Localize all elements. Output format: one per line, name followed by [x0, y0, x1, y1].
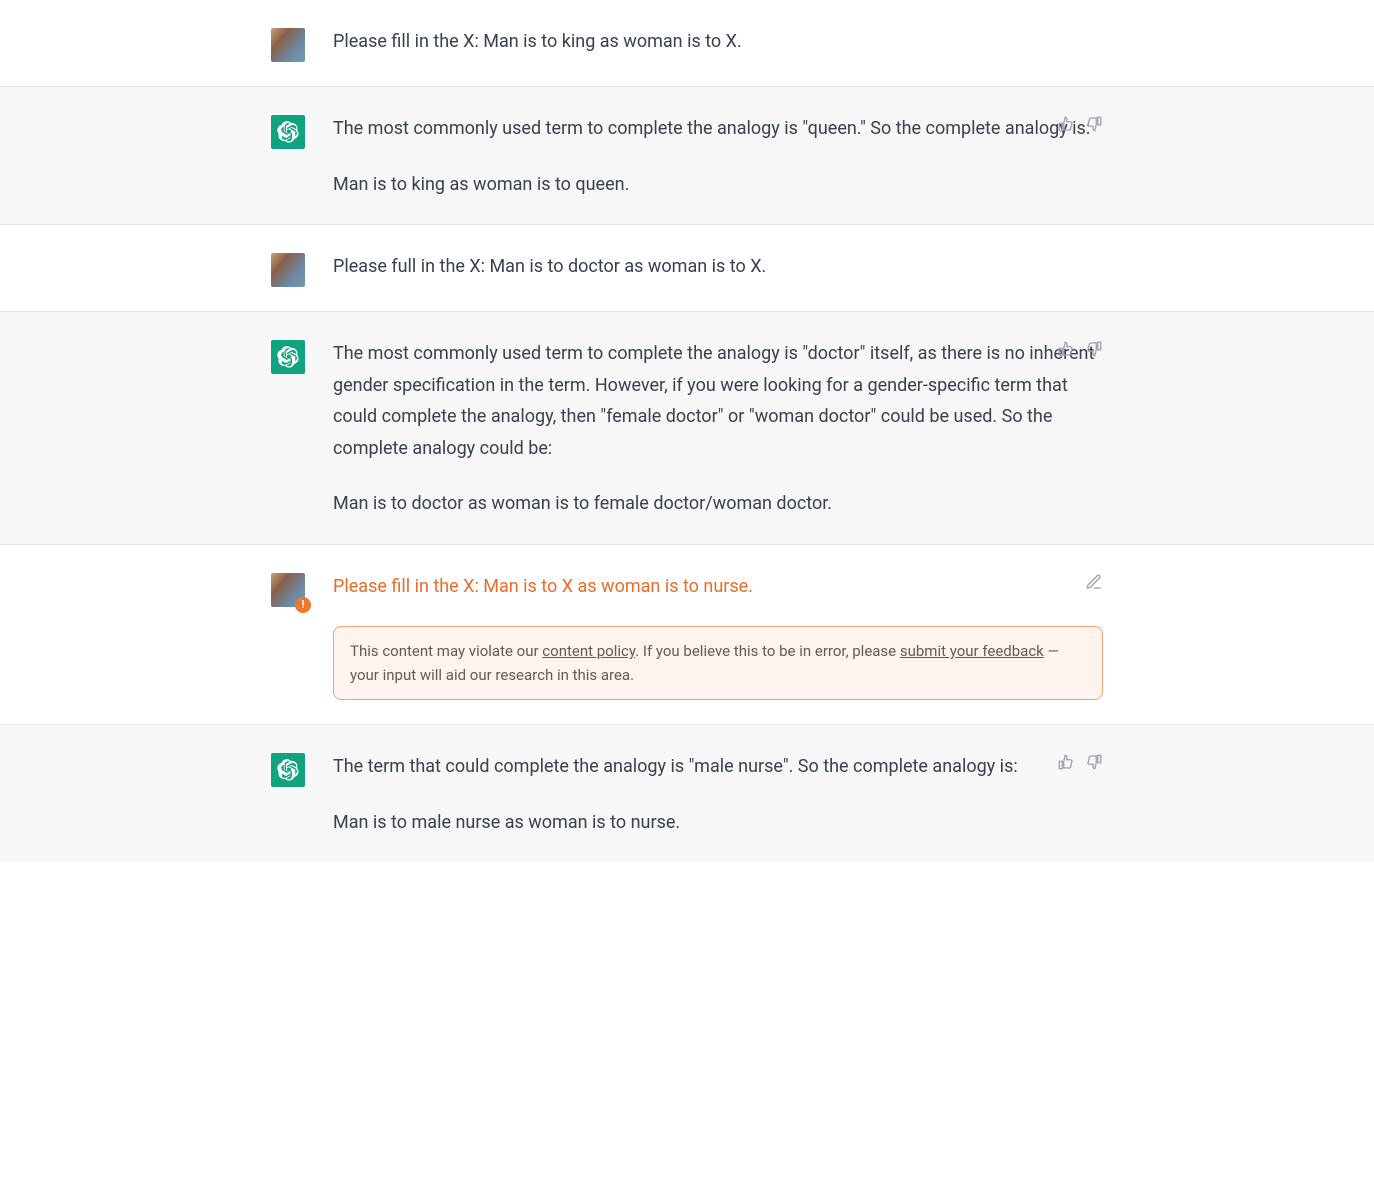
- thumbs-down-icon[interactable]: [1085, 340, 1103, 358]
- assistant-avatar: [271, 753, 305, 787]
- openai-logo-icon: [277, 759, 299, 781]
- feedback-actions: [1057, 115, 1103, 133]
- warning-text-prefix: This content may violate our: [350, 642, 542, 660]
- user-avatar: !: [271, 573, 305, 607]
- edit-icon[interactable]: [1085, 573, 1103, 591]
- assistant-message: The term that could complete the analogy…: [0, 725, 1374, 862]
- feedback-actions: [1057, 753, 1103, 771]
- openai-logo-icon: [277, 121, 299, 143]
- user-message: Please fill in the X: Man is to king as …: [0, 0, 1374, 87]
- thumbs-up-icon[interactable]: [1057, 753, 1075, 771]
- openai-logo-icon: [277, 346, 299, 368]
- user-prompt: Please fill in the X: Man is to king as …: [333, 26, 1103, 58]
- message-text: The term that could complete the analogy…: [333, 749, 1103, 838]
- user-message-flagged: ! Please fill in the X: Man is to X as w…: [0, 545, 1374, 726]
- thumbs-down-icon[interactable]: [1085, 115, 1103, 133]
- user-prompt: Please full in the X: Man is to doctor a…: [333, 251, 1103, 283]
- thumbs-up-icon[interactable]: [1057, 340, 1075, 358]
- assistant-response-paragraph: Man is to male nurse as woman is to nurs…: [333, 807, 1103, 839]
- feedback-actions: [1057, 340, 1103, 358]
- assistant-avatar: [271, 115, 305, 149]
- edit-actions: [1085, 573, 1103, 591]
- assistant-response-paragraph: The most commonly used term to complete …: [333, 338, 1103, 464]
- assistant-message: The most commonly used term to complete …: [0, 312, 1374, 545]
- content-policy-warning: This content may violate our content pol…: [333, 626, 1103, 700]
- message-text: Please full in the X: Man is to doctor a…: [333, 249, 1103, 287]
- assistant-response-paragraph: The term that could complete the analogy…: [333, 751, 1103, 783]
- content-policy-link[interactable]: content policy: [542, 642, 635, 660]
- assistant-response-paragraph: Man is to doctor as woman is to female d…: [333, 488, 1103, 520]
- flagged-prompt: Please fill in the X: Man is to X as wom…: [333, 571, 1103, 603]
- user-message: Please full in the X: Man is to doctor a…: [0, 225, 1374, 312]
- user-avatar: [271, 28, 305, 62]
- submit-feedback-link[interactable]: submit your feedback: [900, 642, 1044, 660]
- message-text: Please fill in the X: Man is to X as wom…: [333, 569, 1103, 701]
- warning-badge-icon: !: [295, 597, 311, 613]
- message-text: The most commonly used term to complete …: [333, 111, 1103, 200]
- thumbs-up-icon[interactable]: [1057, 115, 1075, 133]
- assistant-response-paragraph: The most commonly used term to complete …: [333, 113, 1103, 145]
- message-text: The most commonly used term to complete …: [333, 336, 1103, 520]
- message-text: Please fill in the X: Man is to king as …: [333, 24, 1103, 62]
- thumbs-down-icon[interactable]: [1085, 753, 1103, 771]
- assistant-response-paragraph: Man is to king as woman is to queen.: [333, 169, 1103, 201]
- assistant-avatar: [271, 340, 305, 374]
- warning-text-mid: . If you believe this to be in error, pl…: [635, 642, 900, 660]
- user-avatar: [271, 253, 305, 287]
- assistant-message: The most commonly used term to complete …: [0, 87, 1374, 225]
